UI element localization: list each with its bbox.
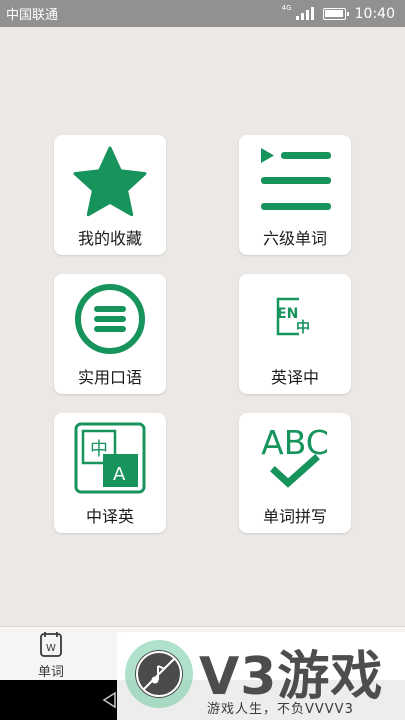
- network-type: 4G: [281, 4, 292, 12]
- signal-icon: 4G: [282, 4, 314, 20]
- menu-circle-icon: [75, 284, 145, 354]
- tab-vocabulary[interactable]: W 单词: [21, 627, 81, 681]
- zh-to-en-icon: 中 A: [74, 422, 146, 494]
- cet6-words-label: 六级单词: [262, 229, 327, 248]
- zh-to-en-label: 中译英: [85, 507, 134, 526]
- zh-text: 中: [296, 319, 310, 336]
- vocabulary-icon-letter: W: [46, 643, 56, 654]
- en-to-zh-icon: EN 中: [276, 297, 310, 336]
- clock: 10:40: [354, 5, 395, 22]
- spoken-english-label: 实用口语: [77, 368, 142, 387]
- spoken-english-card[interactable]: 实用口语: [54, 274, 166, 394]
- status-indicators: 4G 10:40: [282, 4, 395, 22]
- cet6-words-card[interactable]: 六级单词: [239, 135, 351, 255]
- star-icon: [73, 146, 147, 217]
- abc-check-icon: ABC: [261, 423, 329, 488]
- tab-vocabulary-label: 单词: [37, 665, 64, 680]
- status-bar: 中国联通 4G 10:40: [0, 0, 405, 27]
- carrier-name: 中国联通: [6, 8, 59, 23]
- watermark: V3游戏 游戏人生，不负VVVV3: [117, 632, 405, 720]
- a-text: A: [113, 464, 126, 485]
- watermark-slogan: 游戏人生，不负VVVV3: [207, 702, 354, 717]
- zh-to-en-card[interactable]: 中 A 中译英: [54, 413, 166, 533]
- battery-icon: [322, 7, 349, 20]
- vocabulary-book-icon: W: [40, 632, 62, 657]
- playlist-icon: [261, 148, 331, 210]
- en-to-zh-label: 英译中: [270, 368, 319, 387]
- favorites-label: 我的收藏: [77, 229, 142, 248]
- abc-text: ABC: [261, 423, 329, 462]
- favorites-card[interactable]: 我的收藏: [54, 135, 166, 255]
- music-disc-icon: [125, 640, 193, 708]
- spelling-card[interactable]: ABC 单词拼写: [239, 413, 351, 533]
- en-to-zh-card[interactable]: EN 中 英译中: [239, 274, 351, 394]
- spelling-label: 单词拼写: [262, 507, 327, 526]
